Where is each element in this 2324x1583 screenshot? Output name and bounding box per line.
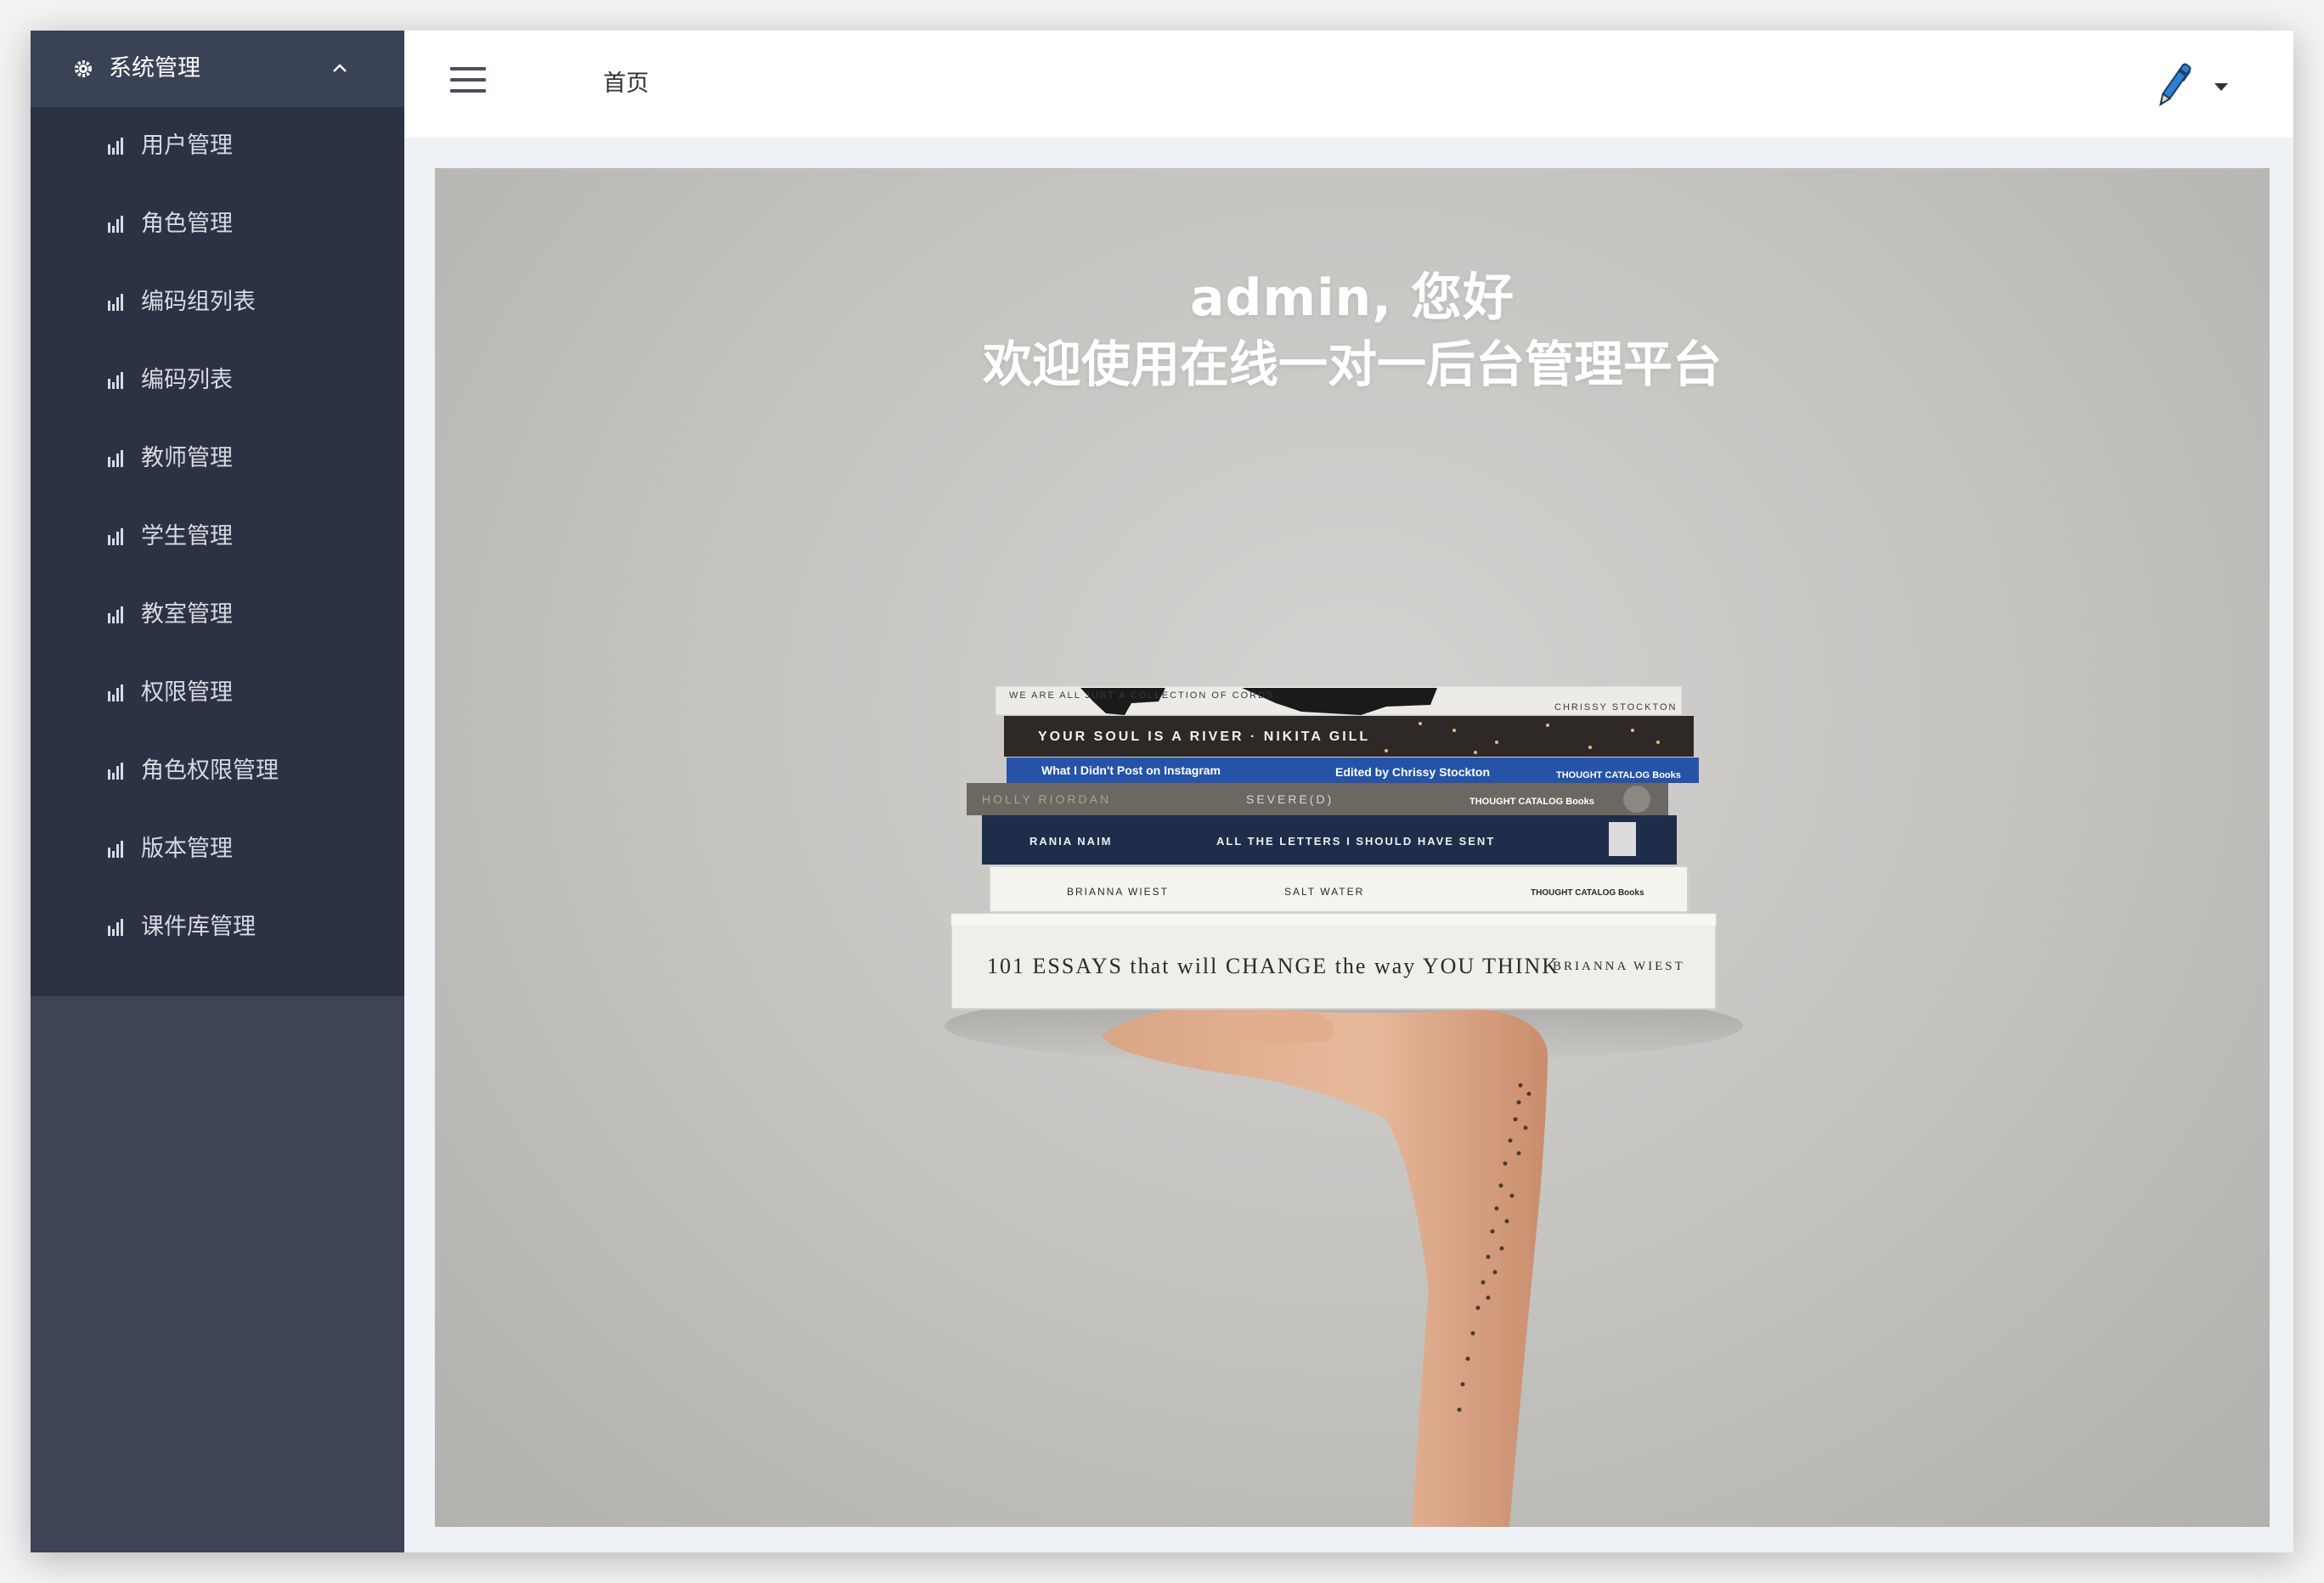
user-dropdown[interactable]: [2147, 59, 2229, 112]
sidebar-item-classroom-management[interactable]: 教室管理: [31, 576, 404, 654]
book-7-author: BRIANNA WIEST: [1553, 960, 1685, 973]
sidebar-menu-system-management[interactable]: 系统管理: [31, 31, 404, 107]
bar-chart-icon: [108, 450, 123, 467]
sidebar-item-label: 编码列表: [141, 367, 233, 393]
sidebar-item-label: 教室管理: [141, 601, 233, 628]
book-6-publisher: THOUGHT CATALOG Books: [1531, 888, 1644, 898]
sidebar-item-label: 用户管理: [141, 132, 233, 159]
bar-chart-icon: [108, 606, 123, 623]
book-6-title: SALT WATER: [1284, 886, 1364, 898]
bar-chart-icon: [108, 138, 123, 155]
sidebar-item-permission-management[interactable]: 权限管理: [31, 654, 404, 732]
bar-chart-icon: [108, 528, 123, 545]
sidebar-item-label: 学生管理: [141, 523, 233, 549]
sidebar-item-label: 教师管理: [141, 445, 233, 471]
sidebar-item-role-management[interactable]: 角色管理: [31, 185, 404, 263]
top-header: 首页: [404, 31, 2293, 138]
breadcrumb-home[interactable]: 首页: [603, 31, 649, 138]
sidebar-item-code-list[interactable]: 编码列表: [31, 341, 404, 420]
sidebar-item-code-group-list[interactable]: 编码组列表: [31, 263, 404, 341]
hamburger-icon[interactable]: [450, 67, 486, 96]
book-3-title: What I Didn't Post on Instagram: [1041, 763, 1221, 777]
welcome-text: 欢迎使用在线一对一后台管理平台: [982, 335, 1722, 393]
sidebar-item-version-management[interactable]: 版本管理: [31, 810, 404, 888]
book-1-author: CHRISSY STOCKTON: [1554, 702, 1677, 713]
sidebar-item-role-permission-management[interactable]: 角色权限管理: [31, 732, 404, 810]
sidebar-item-label: 权限管理: [141, 679, 233, 706]
main-content: WE ARE ALL JUST A COLLECTION OF CORDS CH…: [404, 138, 2293, 1552]
bar-chart-icon: [108, 919, 123, 936]
sidebar-item-teacher-management[interactable]: 教师管理: [31, 420, 404, 498]
sidebar-item-label: 编码组列表: [141, 289, 256, 315]
sidebar: 系统管理 用户管理 角色管理 编码组列表 编码列表 教师管理 学生管理 教室管理…: [31, 31, 404, 1552]
book-7-title: 101 ESSAYS that will CHANGE the way YOU …: [987, 954, 1560, 978]
book-3-editor: Edited by Chrissy Stockton: [1335, 765, 1490, 779]
sidebar-item-label: 角色权限管理: [141, 758, 279, 784]
sidebar-menu-label: 系统管理: [109, 55, 200, 82]
book-5-title: ALL THE LETTERS I SHOULD HAVE SENT: [1216, 835, 1495, 848]
book-2-spine: YOUR SOUL IS A RIVER · NIKITA GILL: [1038, 730, 1370, 744]
book-3-publisher: THOUGHT CATALOG Books: [1556, 770, 1681, 780]
gear-icon: [75, 60, 92, 77]
bar-chart-icon: [108, 684, 123, 701]
book-4-publisher: THOUGHT CATALOG Books: [1469, 797, 1594, 807]
book-4-author: HOLLY RIORDAN: [982, 792, 1111, 806]
sidebar-item-label: 版本管理: [141, 836, 233, 862]
book-5-author: RANIA NAIM: [1029, 835, 1113, 848]
book-6-author: BRIANNA WIEST: [1067, 886, 1169, 898]
sidebar-item-label: 课件库管理: [141, 914, 256, 940]
sidebar-item-label: 角色管理: [141, 211, 233, 237]
bar-chart-icon: [108, 763, 123, 780]
book-4-title: SEVERE(D): [1246, 792, 1334, 806]
bar-chart-icon: [108, 294, 123, 311]
pen-avatar-icon: [2159, 63, 2191, 107]
greeting-text: admin, 您好: [1190, 268, 1515, 328]
book-1-spine: WE ARE ALL JUST A COLLECTION OF CORDS: [1009, 690, 1274, 701]
sidebar-item-student-management[interactable]: 学生管理: [31, 498, 404, 576]
sidebar-item-courseware-library[interactable]: 课件库管理: [31, 888, 404, 966]
bar-chart-icon: [108, 841, 123, 858]
caret-down-icon: [2214, 83, 2228, 91]
bar-chart-icon: [108, 216, 123, 233]
sidebar-item-user-management[interactable]: 用户管理: [31, 107, 404, 185]
sidebar-submenu: 用户管理 角色管理 编码组列表 编码列表 教师管理 学生管理 教室管理 权限管理…: [31, 107, 404, 996]
bar-chart-icon: [108, 372, 123, 389]
chevron-up-icon[interactable]: [330, 59, 350, 79]
welcome-banner: WE ARE ALL JUST A COLLECTION OF CORDS CH…: [435, 168, 2270, 1527]
app-window: 系统管理 用户管理 角色管理 编码组列表 编码列表 教师管理 学生管理 教室管理…: [31, 31, 2293, 1552]
